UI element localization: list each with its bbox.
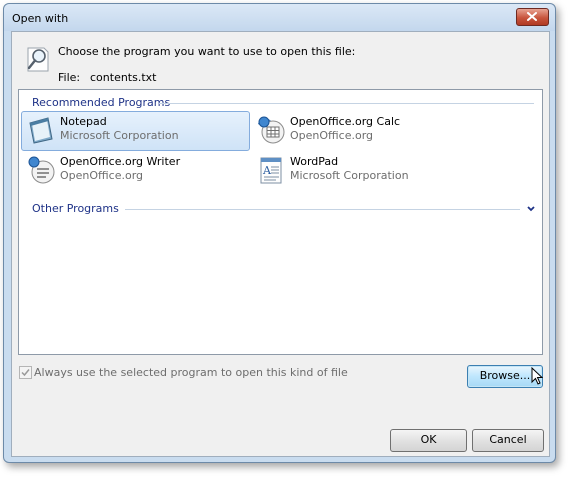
program-list[interactable]: Recommended Programs Notepad Microsoft C… <box>18 89 543 355</box>
program-name: WordPad <box>290 155 339 168</box>
prompt-text: Choose the program you want to use to op… <box>58 45 356 58</box>
notepad-icon <box>29 117 53 144</box>
openoffice-writer-icon <box>28 156 55 184</box>
always-use-checkbox[interactable] <box>19 366 32 379</box>
group-divider <box>159 103 534 104</box>
program-name: OpenOffice.org Writer <box>60 155 181 168</box>
program-name: Notepad <box>60 115 107 128</box>
program-openoffice-calc[interactable]: OpenOffice.org Calc OpenOffice.org <box>251 111 480 151</box>
file-label: File: <box>58 71 81 84</box>
chevron-down-icon[interactable] <box>526 205 536 213</box>
program-wordpad[interactable]: A WordPad Microsoft Corporation <box>251 151 480 191</box>
title-bar[interactable]: Open with <box>4 4 555 31</box>
other-programs-header[interactable]: Other Programs <box>32 202 119 216</box>
openoffice-calc-icon <box>258 116 285 144</box>
program-publisher: OpenOffice.org <box>290 129 374 142</box>
always-use-label: Always use the selected program to open … <box>34 366 348 379</box>
wordpad-icon: A <box>260 157 282 184</box>
mouse-pointer-icon <box>531 367 543 385</box>
open-with-dialog: Open with Choose the program you want to… <box>3 3 556 463</box>
close-button[interactable] <box>516 8 549 26</box>
close-icon <box>527 12 537 21</box>
svg-text:A: A <box>262 164 272 177</box>
program-publisher: Microsoft Corporation <box>60 129 179 142</box>
group-divider <box>125 209 520 210</box>
cancel-button[interactable]: Cancel <box>472 429 544 452</box>
recommended-programs-header[interactable]: Recommended Programs <box>32 96 170 110</box>
file-name: contents.txt <box>90 71 157 84</box>
dialog-body: Choose the program you want to use to op… <box>11 31 550 457</box>
checkmark-icon <box>21 369 30 377</box>
window-title: Open with <box>12 12 69 25</box>
program-openoffice-writer[interactable]: OpenOffice.org Writer OpenOffice.org <box>21 151 250 191</box>
program-name: OpenOffice.org Calc <box>290 115 401 128</box>
program-notepad[interactable]: Notepad Microsoft Corporation <box>21 111 250 151</box>
ok-button[interactable]: OK <box>390 429 467 452</box>
program-publisher: OpenOffice.org <box>60 169 144 182</box>
program-publisher: Microsoft Corporation <box>290 169 409 182</box>
magnifier-icon <box>27 47 49 72</box>
